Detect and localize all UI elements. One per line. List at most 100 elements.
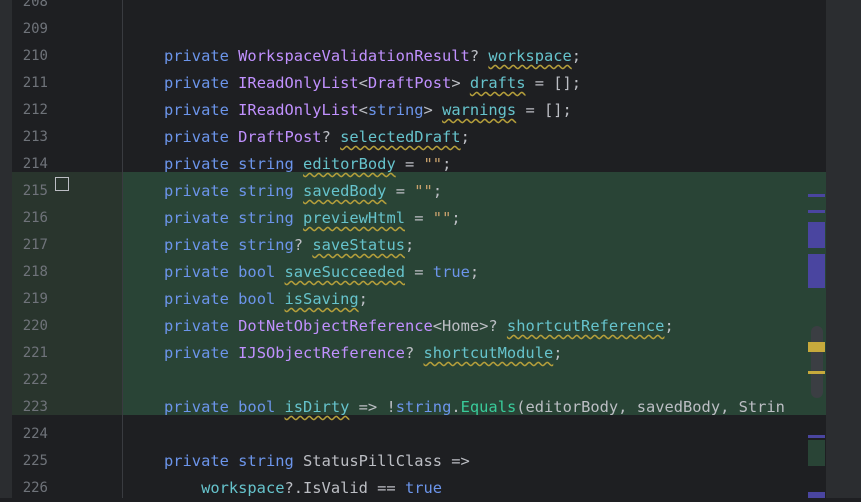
code-token: private [164,101,229,119]
code-token: ?.IsValid == [284,479,405,497]
code-token: DotNetObjectReference [238,317,433,335]
gutter-separator [122,0,123,498]
code-line: private string editorBody = ""; [164,151,451,178]
code-token: private [164,452,229,470]
code-line: private bool isSaving; [164,286,368,313]
code-token: saveStatus [312,236,405,254]
line-number: 214 [22,156,48,172]
code-line: private string? saveStatus; [164,232,414,259]
code-token: ? [293,236,313,254]
code-token: Equals [460,398,517,416]
code-token: private [164,155,229,173]
code-token: bool [238,263,276,281]
code-token: ; [404,236,415,254]
code-token: WorkspaceValidationResult [238,47,470,65]
code-token: < [432,317,443,335]
code-token: string [238,155,294,173]
code-token: private [164,128,229,146]
line-number: 217 [22,237,48,253]
marker [808,435,825,438]
code-token: < [358,101,368,119]
code-token: ; [469,263,480,281]
scroll-thumb[interactable] [811,326,823,398]
warning-marker [808,342,825,352]
code-line: private bool isDirty => !string.Equals(e… [164,394,785,421]
marker [808,254,825,288]
code-token: "" [423,155,443,173]
code-token: shortcutModule [423,344,554,362]
code-token: private [164,236,229,254]
code-token: ; [664,317,674,335]
code-line: private string savedBody = ""; [164,178,442,205]
code-token: >? [479,317,507,335]
code-token: IReadOnlyList [238,74,359,92]
code-token: "" [432,209,452,227]
code-token: => ! [349,398,396,416]
line-number: 225 [22,453,48,469]
code-token: ; [432,182,443,200]
code-token: private [164,290,229,308]
code-token: bool [238,290,276,308]
code-token: saveSucceeded [284,263,405,281]
code-token: = [395,155,424,173]
code-token: savedBody [303,182,387,200]
line-number: 216 [22,210,48,226]
code-line: private bool saveSucceeded = true; [164,259,479,286]
line-number: 221 [22,345,48,361]
code-token: warnings [442,101,517,119]
code-line: private IJSObjectReference? shortcutModu… [164,340,563,367]
code-token: private [164,398,229,416]
code-token: drafts [469,74,526,92]
code-token: private [164,182,229,200]
line-number: 219 [22,291,48,307]
bookmark-checkbox[interactable] [55,177,69,191]
code-token: true [432,263,470,281]
scrollbar-panel[interactable] [826,0,861,498]
code-token: (editorBody, savedBody, Strin [516,398,785,416]
code-token: IJSObjectReference [238,344,405,362]
code-token: shortcutReference [506,317,665,335]
code-token: private [164,344,229,362]
code-token: editorBody [303,155,396,173]
code-token: ; [358,290,368,308]
code-token: true [404,479,443,497]
code-token: ; [442,155,452,173]
line-number: 210 [22,48,48,64]
line-number: 212 [22,102,48,118]
code-token: string [238,209,294,227]
code-token: . [451,398,461,416]
code-token: = [386,182,415,200]
code-token: = []; [525,74,582,92]
code-token: ; [460,128,470,146]
code-token: private [164,74,229,92]
code-token: DraftPost [367,74,452,92]
line-number: 209 [22,21,48,37]
line-number: 208 [22,0,48,10]
line-number: 222 [22,372,48,388]
code-token: Home [442,317,480,335]
line-number: 215 [22,183,48,199]
code-token: > [451,74,470,92]
code-line: private IReadOnlyList<DraftPost> drafts … [164,70,581,97]
code-token: workspace [201,479,285,497]
code-token: ? [404,344,424,362]
code-token: StatusPillClass => [293,452,470,470]
marker [808,440,825,466]
